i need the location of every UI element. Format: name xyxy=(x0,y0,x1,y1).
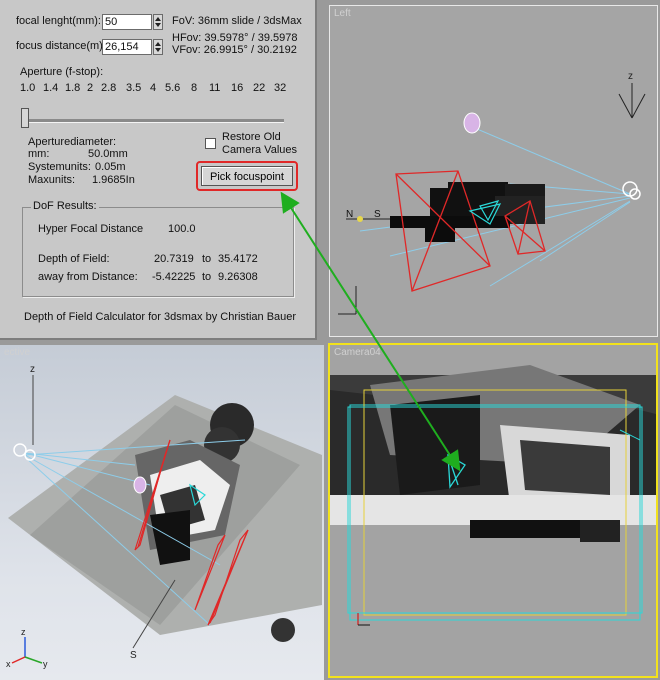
aperture-diameter-label: Aperturediameter: xyxy=(28,136,117,148)
aperture-stop-label: 22 xyxy=(253,82,266,94)
mm-label: mm: xyxy=(28,148,50,160)
aperture-stop-label: 2 xyxy=(87,82,94,94)
focus-distance-spinner[interactable] xyxy=(153,39,163,55)
aperture-stop-label: 1.8 xyxy=(65,82,81,94)
viewport-camera[interactable]: Camera04 xyxy=(328,343,658,678)
focal-length-label: focal lenght(mm): xyxy=(16,15,101,27)
away-to-word: to xyxy=(202,271,212,283)
aperture-stop-label: 11 xyxy=(209,82,221,94)
persp-south-label: S xyxy=(130,650,137,661)
aperture-stop-label: 2.8 xyxy=(101,82,117,94)
away-from-value: -5.42225 xyxy=(152,271,196,283)
dof-calculator-dialog: focal lenght(mm): 50 focus distance(m): … xyxy=(0,0,317,340)
restore-checkbox-label-1: Restore Old xyxy=(222,131,281,143)
persp-axis-y: y xyxy=(43,659,48,669)
systemunits-value: 0.05m xyxy=(95,161,126,173)
persp-axis-z: z xyxy=(21,627,26,637)
maxunits-value: 1.9685In xyxy=(92,174,135,186)
persp-axis-z-top: z xyxy=(30,364,35,375)
viewport-camera-scene xyxy=(330,365,656,626)
mm-value: 50.0mm xyxy=(88,148,128,160)
hyper-focal-value: 100.0 xyxy=(168,223,196,235)
pick-focuspoint-button[interactable]: Pick focuspoint xyxy=(201,166,293,186)
footer-credit: Depth of Field Calculator for 3dsmax by … xyxy=(24,311,297,323)
viewport-perspective-scene: z S z x y xyxy=(6,364,322,669)
dof-to-value: 35.4172 xyxy=(218,253,258,265)
focal-length-spinner[interactable] xyxy=(153,14,163,30)
dof-results-title: DoF Results: xyxy=(31,200,99,212)
dof-from-value: 20.7319 xyxy=(154,253,194,265)
aperture-stop-label: 8 xyxy=(191,82,198,94)
focus-distance-label: focus distance(m): xyxy=(16,40,106,52)
aperture-label: Aperture (f-stop): xyxy=(20,66,104,78)
dof-to-word: to xyxy=(202,253,212,265)
hfov-text: HFov: 39.5978° / 39.5978 xyxy=(172,32,298,44)
vfov-text: VFov: 26.9915° / 30.2192 xyxy=(172,44,297,56)
systemunits-label: Systemunits: xyxy=(28,161,91,173)
aperture-stop-label: 1.4 xyxy=(43,82,59,94)
focus-distance-input[interactable]: 26,154 xyxy=(102,39,152,55)
aperture-stop-label: 32 xyxy=(274,82,287,94)
left-axis-z: z xyxy=(628,71,633,82)
dof-results-group xyxy=(22,207,294,297)
aperture-stop-label: 3.5 xyxy=(126,82,142,94)
aperture-stop-label: 1.0 xyxy=(20,82,36,94)
left-south-label: S xyxy=(374,209,381,220)
fov-text: FoV: 36mm slide / 3dsMax xyxy=(172,15,302,27)
viewport-perspective[interactable]: ective z S z x y xyxy=(0,345,324,680)
pick-focuspoint-highlight: Pick focuspoint xyxy=(196,161,298,191)
viewport-left-scene: z N S xyxy=(338,71,646,315)
maxunits-label: Maxunits: xyxy=(28,174,76,186)
focal-length-input[interactable]: 50 xyxy=(102,14,152,30)
persp-axis-x: x xyxy=(6,659,11,669)
aperture-stop-label: 5.6 xyxy=(165,82,181,94)
aperture-slider-thumb[interactable] xyxy=(21,108,29,128)
left-north-label: N xyxy=(346,209,353,220)
hyper-focal-label: Hyper Focal Distance xyxy=(38,223,144,235)
restore-camera-checkbox[interactable] xyxy=(205,138,216,149)
dof-label: Depth of Field: xyxy=(38,253,110,265)
away-to-value: 9.26308 xyxy=(218,271,258,283)
restore-checkbox-label-2: Camera Values xyxy=(222,144,297,156)
viewport-left[interactable]: Left z N S xyxy=(329,5,658,337)
aperture-stop-label: 16 xyxy=(231,82,244,94)
aperture-stop-label: 4 xyxy=(150,82,157,94)
away-label: away from Distance: xyxy=(38,271,138,283)
aperture-slider-track[interactable] xyxy=(22,119,284,123)
